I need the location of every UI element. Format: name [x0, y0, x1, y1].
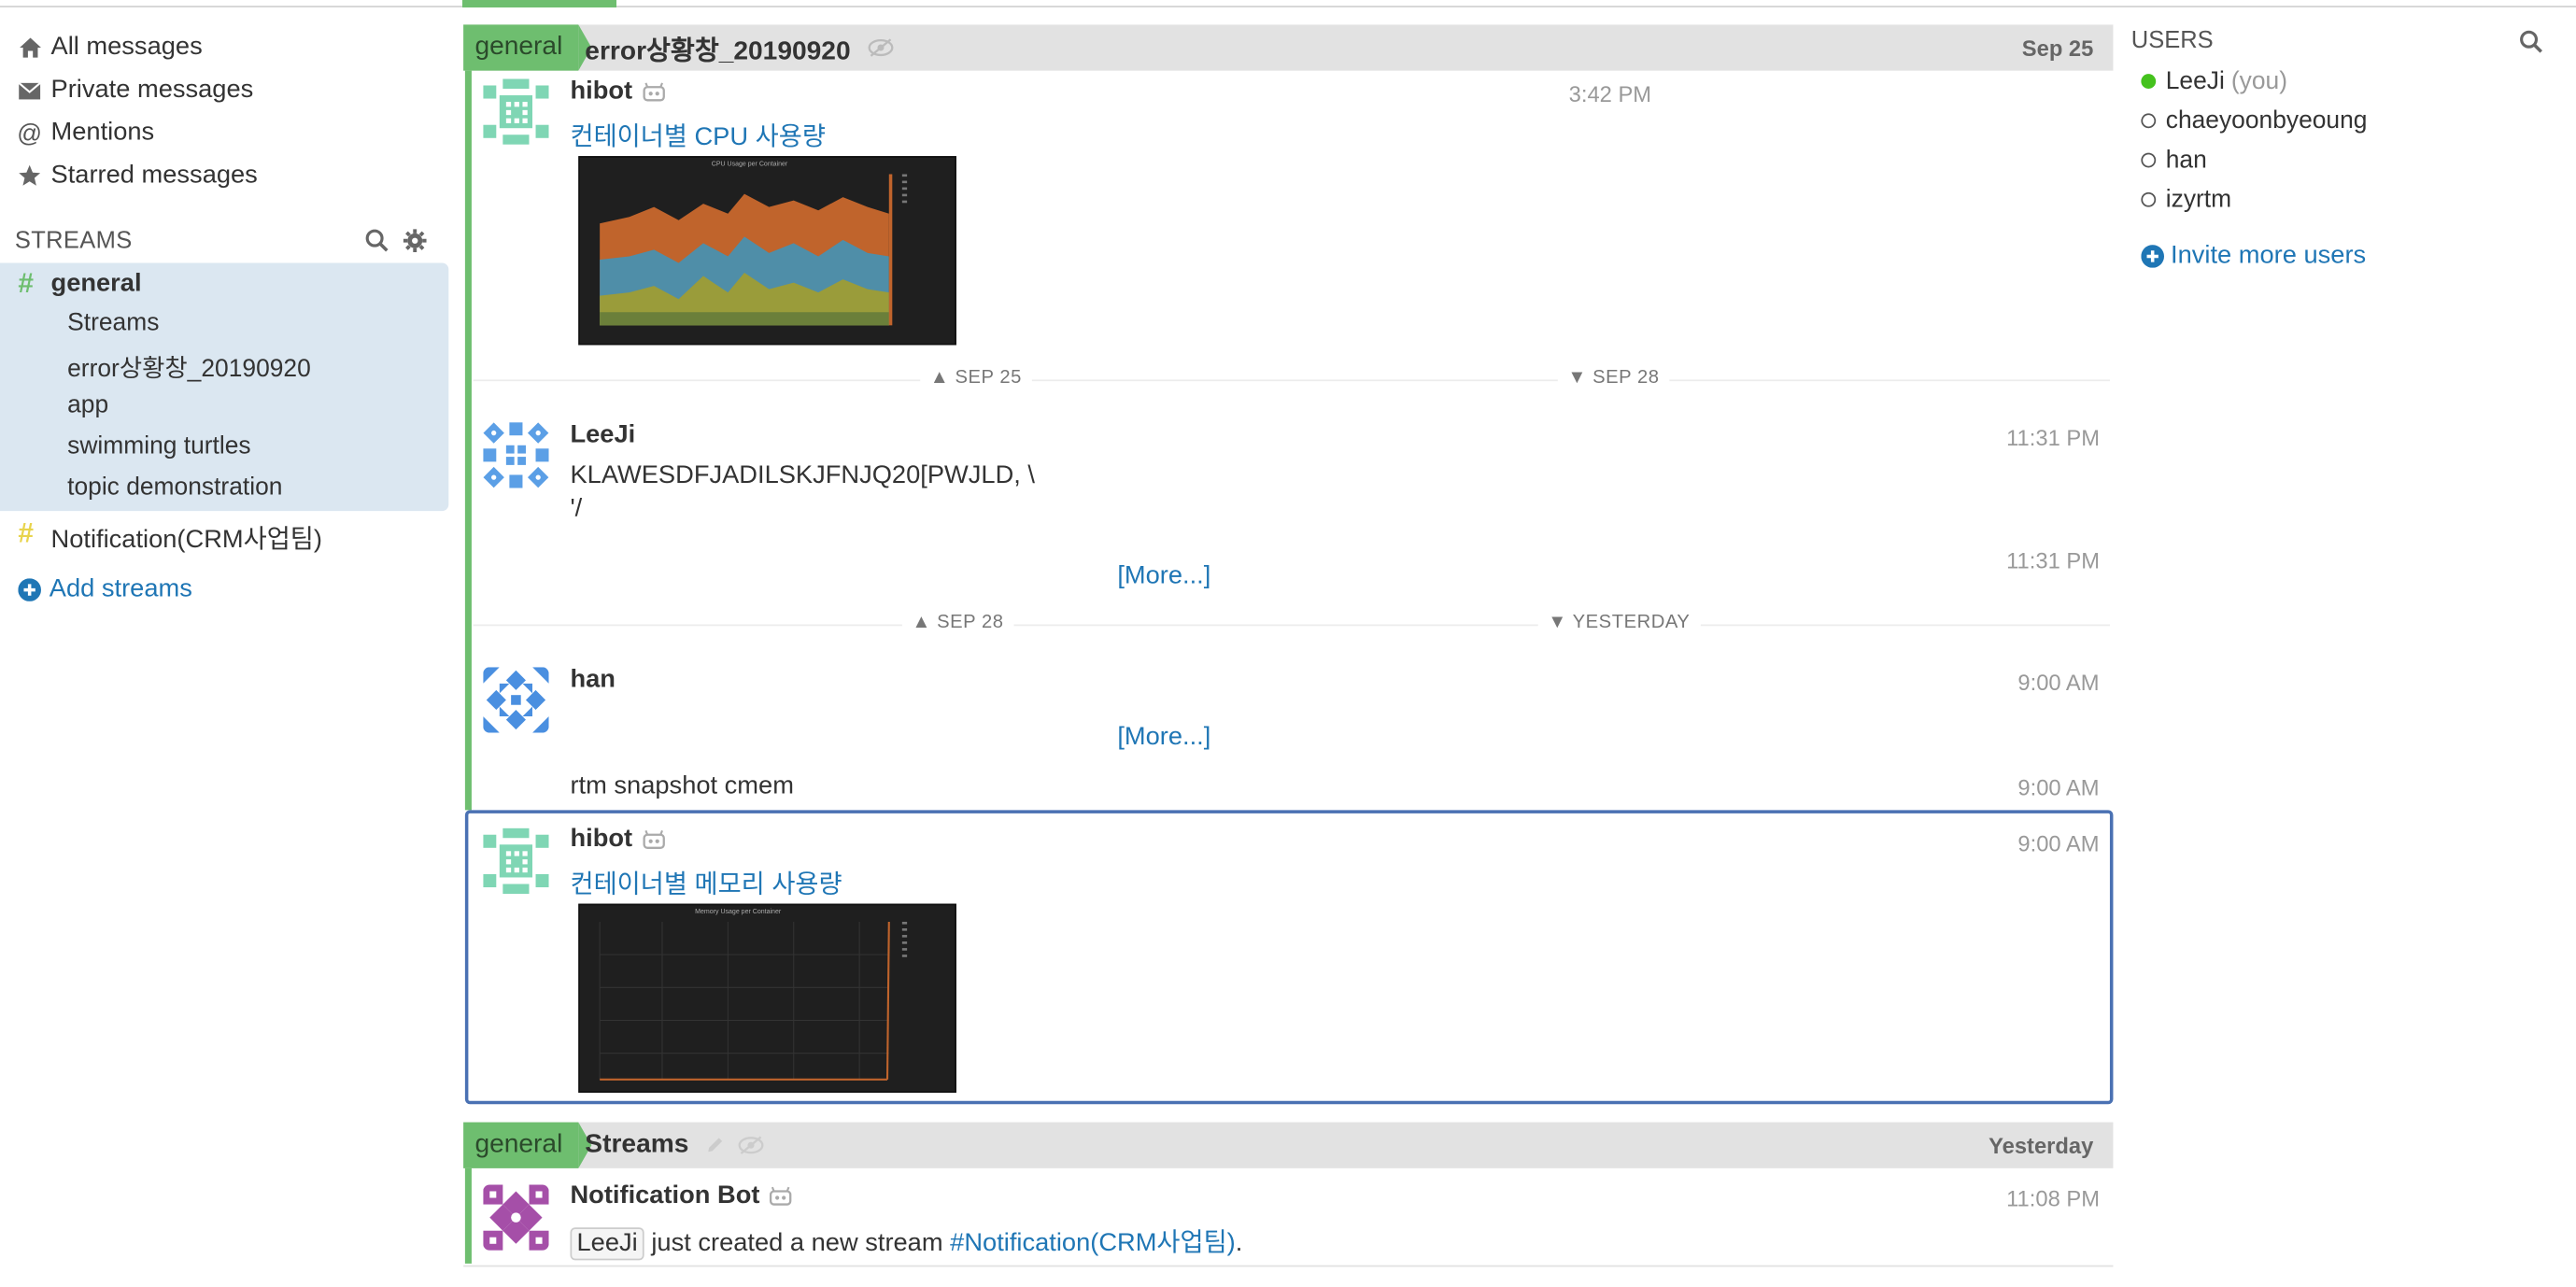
- plus-circle-icon: [2141, 245, 2164, 268]
- presence-offline-icon: [2141, 191, 2157, 207]
- user-suffix: (you): [2230, 67, 2288, 96]
- right-sidebar: USERS LeeJi (you) chaeyoonbyeoung han iz…: [0, 0, 2576, 1287]
- user-name: chaeyoonbyeoung: [2165, 106, 2368, 135]
- users-header: USERS: [2130, 27, 2214, 55]
- user-item[interactable]: LeeJi (you): [2141, 67, 2287, 95]
- presence-active-icon: [2141, 74, 2157, 90]
- invite-users-label: Invite more users: [2171, 241, 2367, 270]
- user-item[interactable]: chaeyoonbyeoung: [2141, 106, 2367, 134]
- user-name: izyrtm: [2165, 185, 2232, 214]
- search-users-icon[interactable]: [2519, 30, 2543, 54]
- invite-users-link[interactable]: Invite more users: [2141, 242, 2366, 272]
- user-name: LeeJi: [2165, 67, 2225, 96]
- presence-offline-icon: [2141, 113, 2157, 129]
- user-item[interactable]: han: [2141, 146, 2207, 175]
- presence-offline-icon: [2141, 152, 2157, 168]
- user-item[interactable]: izyrtm: [2141, 186, 2231, 214]
- user-name: han: [2165, 146, 2207, 175]
